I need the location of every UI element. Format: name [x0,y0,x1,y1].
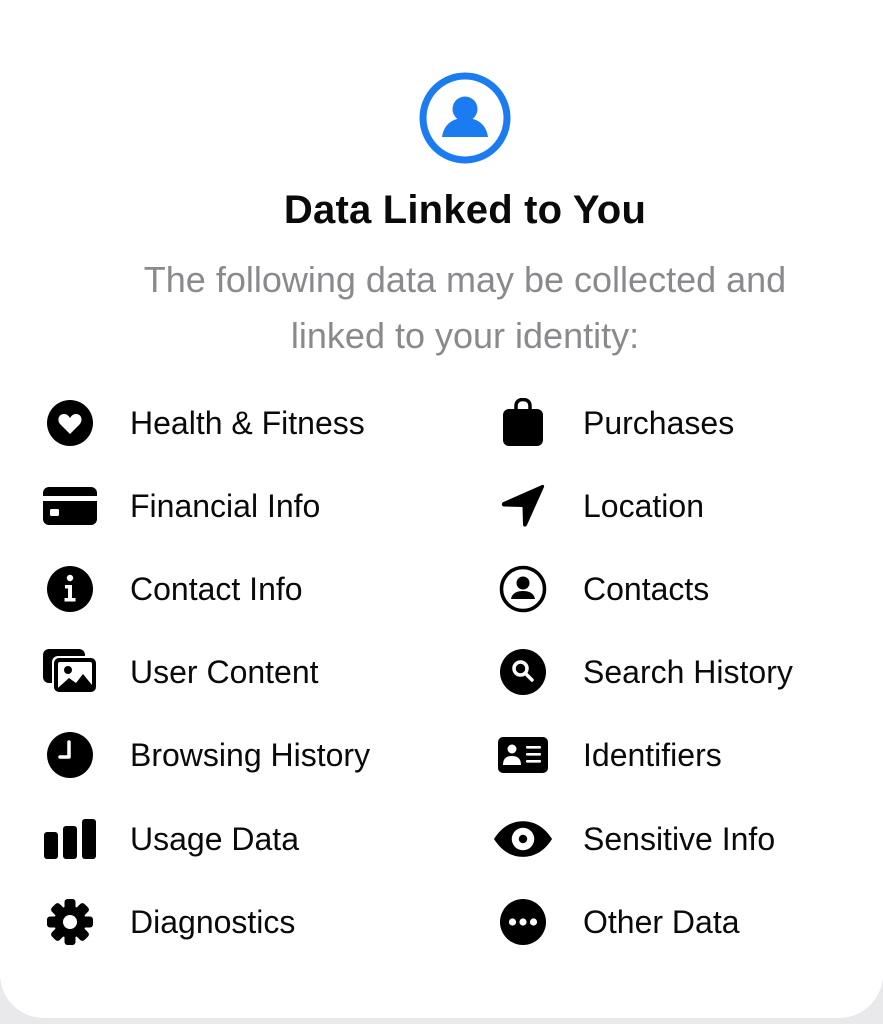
list-item-health-fitness: Health & Fitness [40,393,365,453]
list-item-label: Location [583,488,704,524]
list-item-label: Other Data [583,904,740,940]
gear-icon [40,892,100,952]
heart-circle-icon [40,393,100,453]
photos-icon [40,642,100,702]
list-item-location: Location [493,476,704,536]
list-item-label: Contact Info [130,571,303,607]
info-circle-icon [40,559,100,619]
list-item-label: Contacts [583,571,710,607]
list-item-label: Diagnostics [130,904,296,940]
list-item-usage-data: Usage Data [40,809,299,869]
page-subtitle: The following data may be collected and … [40,252,883,364]
person-circle-outline-icon [493,559,553,619]
list-item-search-history: Search History [493,642,793,702]
page-title: Data Linked to You [283,188,647,232]
clock-icon [40,725,100,785]
subtitle-line-1: The following data may be collected and [143,259,787,300]
list-item-label: Usage Data [130,821,299,857]
list-item-other-data: Other Data [493,892,740,952]
list-item-financial-info: Financial Info [40,476,320,536]
location-arrow-icon [493,476,553,536]
list-item-label: Search History [583,654,793,690]
eye-icon [493,809,553,869]
list-item-sensitive-info: Sensitive Info [493,809,775,869]
ellipsis-circle-icon [493,892,553,952]
list-item-purchases: Purchases [493,393,734,453]
privacy-card: Data Linked to You The following data ma… [0,0,883,1018]
list-item-user-content: User Content [40,642,319,702]
list-item-identifiers: Identifiers [493,725,722,785]
subtitle-line-2: linked to your identity: [290,315,640,356]
list-item-label: Identifiers [583,737,722,773]
list-item-diagnostics: Diagnostics [40,892,295,952]
list-item-label: Financial Info [130,488,321,524]
list-item-contacts: Contacts [493,559,709,619]
id-card-icon [493,725,553,785]
list-item-contact-info: Contact Info [40,559,303,619]
list-item-browsing-history: Browsing History [40,725,370,785]
list-item-label: User Content [130,654,319,690]
list-item-label: Health & Fitness [130,405,365,441]
magnifier-circle-icon [493,642,553,702]
list-item-label: Purchases [583,405,735,441]
credit-card-icon [40,476,100,536]
shopping-bag-icon [493,393,553,453]
list-item-label: Browsing History [130,737,371,773]
person-circle-icon [418,71,512,165]
bar-chart-icon [40,809,100,869]
list-item-label: Sensitive Info [583,821,776,857]
